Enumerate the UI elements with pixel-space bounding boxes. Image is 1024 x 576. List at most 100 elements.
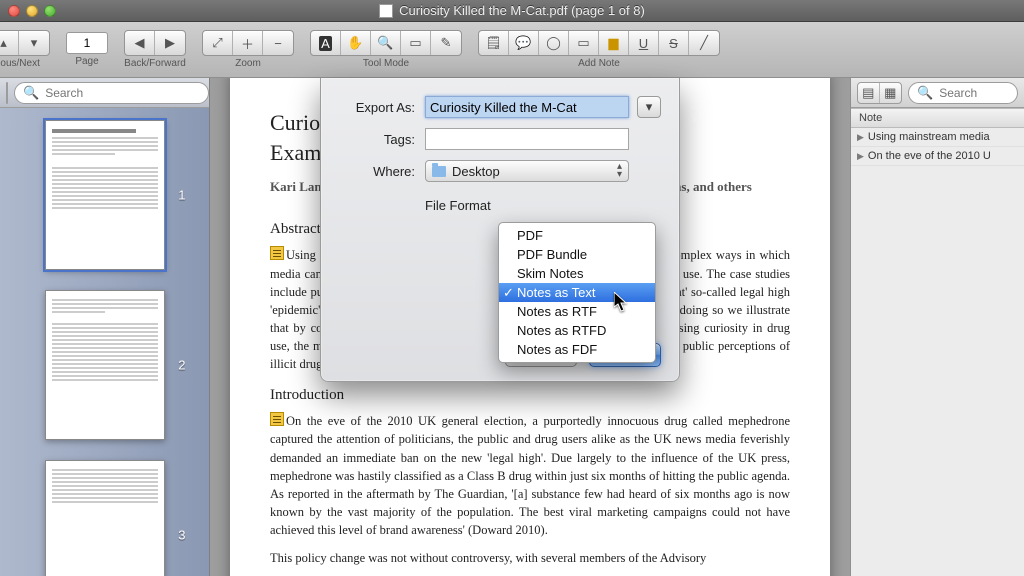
addnote-label: Add Note xyxy=(578,58,620,69)
back-forward-seg: ◀ ▶ xyxy=(124,30,186,56)
note-marker-icon[interactable] xyxy=(270,412,284,426)
left-view-seg: ▦ ≡ xyxy=(6,82,8,104)
zoom-out-button[interactable]: − xyxy=(263,31,293,55)
chevron-down-icon: ▾ xyxy=(646,99,653,115)
disclosure-triangle-icon: ▶ xyxy=(857,151,864,162)
left-panel: ▦ ≡ 🔍 1 2 xyxy=(0,78,210,576)
next-page-button[interactable]: ▾ xyxy=(19,31,49,55)
minimize-window-button[interactable] xyxy=(26,5,38,17)
comment-icon: 💬 xyxy=(515,35,531,51)
note-anchored-button[interactable]: 💬 xyxy=(509,31,539,55)
magnify-tool-button[interactable]: 🔍 xyxy=(371,31,401,55)
magnify-icon: 🔍 xyxy=(377,35,393,51)
format-option-notes-rtf[interactable]: Notes as RTF xyxy=(499,302,655,321)
note-text-button[interactable]: 🗒 xyxy=(479,31,509,55)
tags-label: Tags: xyxy=(339,132,425,147)
page-thumbnail-2[interactable]: 2 xyxy=(45,290,165,440)
thumbnails-view-button[interactable]: ▦ xyxy=(7,83,8,103)
format-option-skimnotes[interactable]: Skim Notes xyxy=(499,264,655,283)
box-icon: ▭ xyxy=(577,35,589,51)
triangle-left-icon: ◀ xyxy=(135,35,145,51)
circle-icon: ◯ xyxy=(546,35,561,51)
chevron-up-icon: ▴ xyxy=(0,35,7,51)
right-view-seg: ▤ ▦ xyxy=(857,82,902,104)
page-thumbnail-1[interactable]: 1 xyxy=(45,120,165,270)
pencil-icon: ✎ xyxy=(441,35,452,51)
intro-heading: Introduction xyxy=(270,387,790,404)
page-thumbnail-3[interactable]: 3 xyxy=(45,460,165,576)
exportas-label: Export As: xyxy=(339,100,425,115)
note-box-button[interactable]: ▭ xyxy=(569,31,599,55)
note-line-button[interactable]: ╱ xyxy=(689,31,719,55)
intro-text-2: This policy change was not without contr… xyxy=(270,549,790,567)
prev-page-button[interactable]: ▴ xyxy=(0,31,19,55)
format-option-notes-text[interactable]: Notes as Text xyxy=(499,283,655,302)
left-search[interactable]: 🔍 xyxy=(14,82,209,104)
triangle-right-icon: ▶ xyxy=(165,35,175,51)
minus-icon: − xyxy=(274,36,282,51)
fileformat-label: File Format xyxy=(425,198,491,213)
left-panel-bar: ▦ ≡ 🔍 xyxy=(0,78,209,108)
zoom-fit-button[interactable]: ⤢ xyxy=(203,31,233,55)
note-list-item[interactable]: ▶On the eve of the 2010 U xyxy=(851,147,1024,166)
note-list-item[interactable]: ▶ Using mainstream media xyxy=(851,128,1024,147)
select-tool-button[interactable]: ▭ xyxy=(401,31,431,55)
zoom-window-button[interactable] xyxy=(44,5,56,17)
addnote-seg: 🗒 💬 ◯ ▭ ▆ U S ╱ xyxy=(478,30,720,56)
text-icon: A xyxy=(319,36,332,51)
titlebar: Curiosity Killed the M-Cat.pdf (page 1 o… xyxy=(0,0,1024,22)
grid-icon: ▦ xyxy=(7,85,8,101)
scroll-tool-button[interactable]: ✋ xyxy=(341,31,371,55)
tags-input[interactable] xyxy=(425,128,629,150)
forward-button[interactable]: ▶ xyxy=(155,31,185,55)
app-window: Curiosity Killed the M-Cat.pdf (page 1 o… xyxy=(0,0,1024,576)
plus-icon: ＋ xyxy=(241,34,254,53)
where-popup[interactable]: Desktop ▴▾ xyxy=(425,160,629,182)
note-item-label: Using mainstream media xyxy=(868,131,990,143)
left-search-input[interactable] xyxy=(45,86,200,100)
prev-next-seg: ▴ ▾ xyxy=(0,30,50,56)
where-value: Desktop xyxy=(452,164,500,179)
exportas-input[interactable] xyxy=(425,96,629,118)
thumb-page-num: 3 xyxy=(178,528,185,543)
back-button[interactable]: ◀ xyxy=(125,31,155,55)
format-option-notes-rtfd[interactable]: Notes as RTFD xyxy=(499,321,655,340)
snapshots-view-button[interactable]: ▦ xyxy=(880,83,901,103)
highlight-icon: ▆ xyxy=(609,35,619,51)
right-search-input[interactable] xyxy=(939,86,1024,100)
intro-text-1: On the eve of the 2010 UK general electi… xyxy=(270,412,790,539)
backforward-label: Back/Forward xyxy=(124,58,186,69)
document-icon xyxy=(379,4,393,18)
thumbnails-column[interactable]: 1 2 3 xyxy=(0,108,209,576)
right-panel-bar: ▤ ▦ 🔍 xyxy=(851,78,1024,108)
page-label: Page xyxy=(75,56,98,67)
window-title-text: Curiosity Killed the M-Cat.pdf (page 1 o… xyxy=(399,3,645,18)
close-window-button[interactable] xyxy=(8,5,20,17)
search-icon: 🔍 xyxy=(23,85,39,101)
text-tool-button[interactable]: A xyxy=(311,31,341,55)
updown-icon: ▴▾ xyxy=(617,163,622,179)
expand-save-panel-button[interactable]: ▾ xyxy=(637,96,661,118)
format-option-pdfbundle[interactable]: PDF Bundle xyxy=(499,245,655,264)
search-icon: 🔍 xyxy=(917,85,933,101)
page-number-input[interactable] xyxy=(66,32,108,54)
fit-icon: ⤢ xyxy=(212,35,222,51)
note-marker-icon[interactable] xyxy=(270,246,284,260)
format-option-pdf[interactable]: PDF xyxy=(499,226,655,245)
thumb-page-num: 1 xyxy=(178,188,185,203)
note-circle-button[interactable]: ◯ xyxy=(539,31,569,55)
select-icon: ▭ xyxy=(409,35,421,51)
note-strike-button[interactable]: S xyxy=(659,31,689,55)
fileformat-dropdown: PDF PDF Bundle Skim Notes Notes as Text … xyxy=(498,222,656,363)
right-search[interactable]: 🔍 xyxy=(908,82,1018,104)
format-option-notes-fdf[interactable]: Notes as FDF xyxy=(499,340,655,359)
window-title: Curiosity Killed the M-Cat.pdf (page 1 o… xyxy=(0,0,1024,22)
note-highlight-button[interactable]: ▆ xyxy=(599,31,629,55)
snapshot-icon: ▦ xyxy=(884,85,896,101)
thumb-page-num: 2 xyxy=(178,358,185,373)
notes-view-button[interactable]: ▤ xyxy=(858,83,880,103)
zoom-in-button[interactable]: ＋ xyxy=(233,31,263,55)
note-underline-button[interactable]: U xyxy=(629,31,659,55)
annotate-tool-button[interactable]: ✎ xyxy=(431,31,461,55)
disclosure-triangle-icon: ▶ xyxy=(857,132,864,143)
